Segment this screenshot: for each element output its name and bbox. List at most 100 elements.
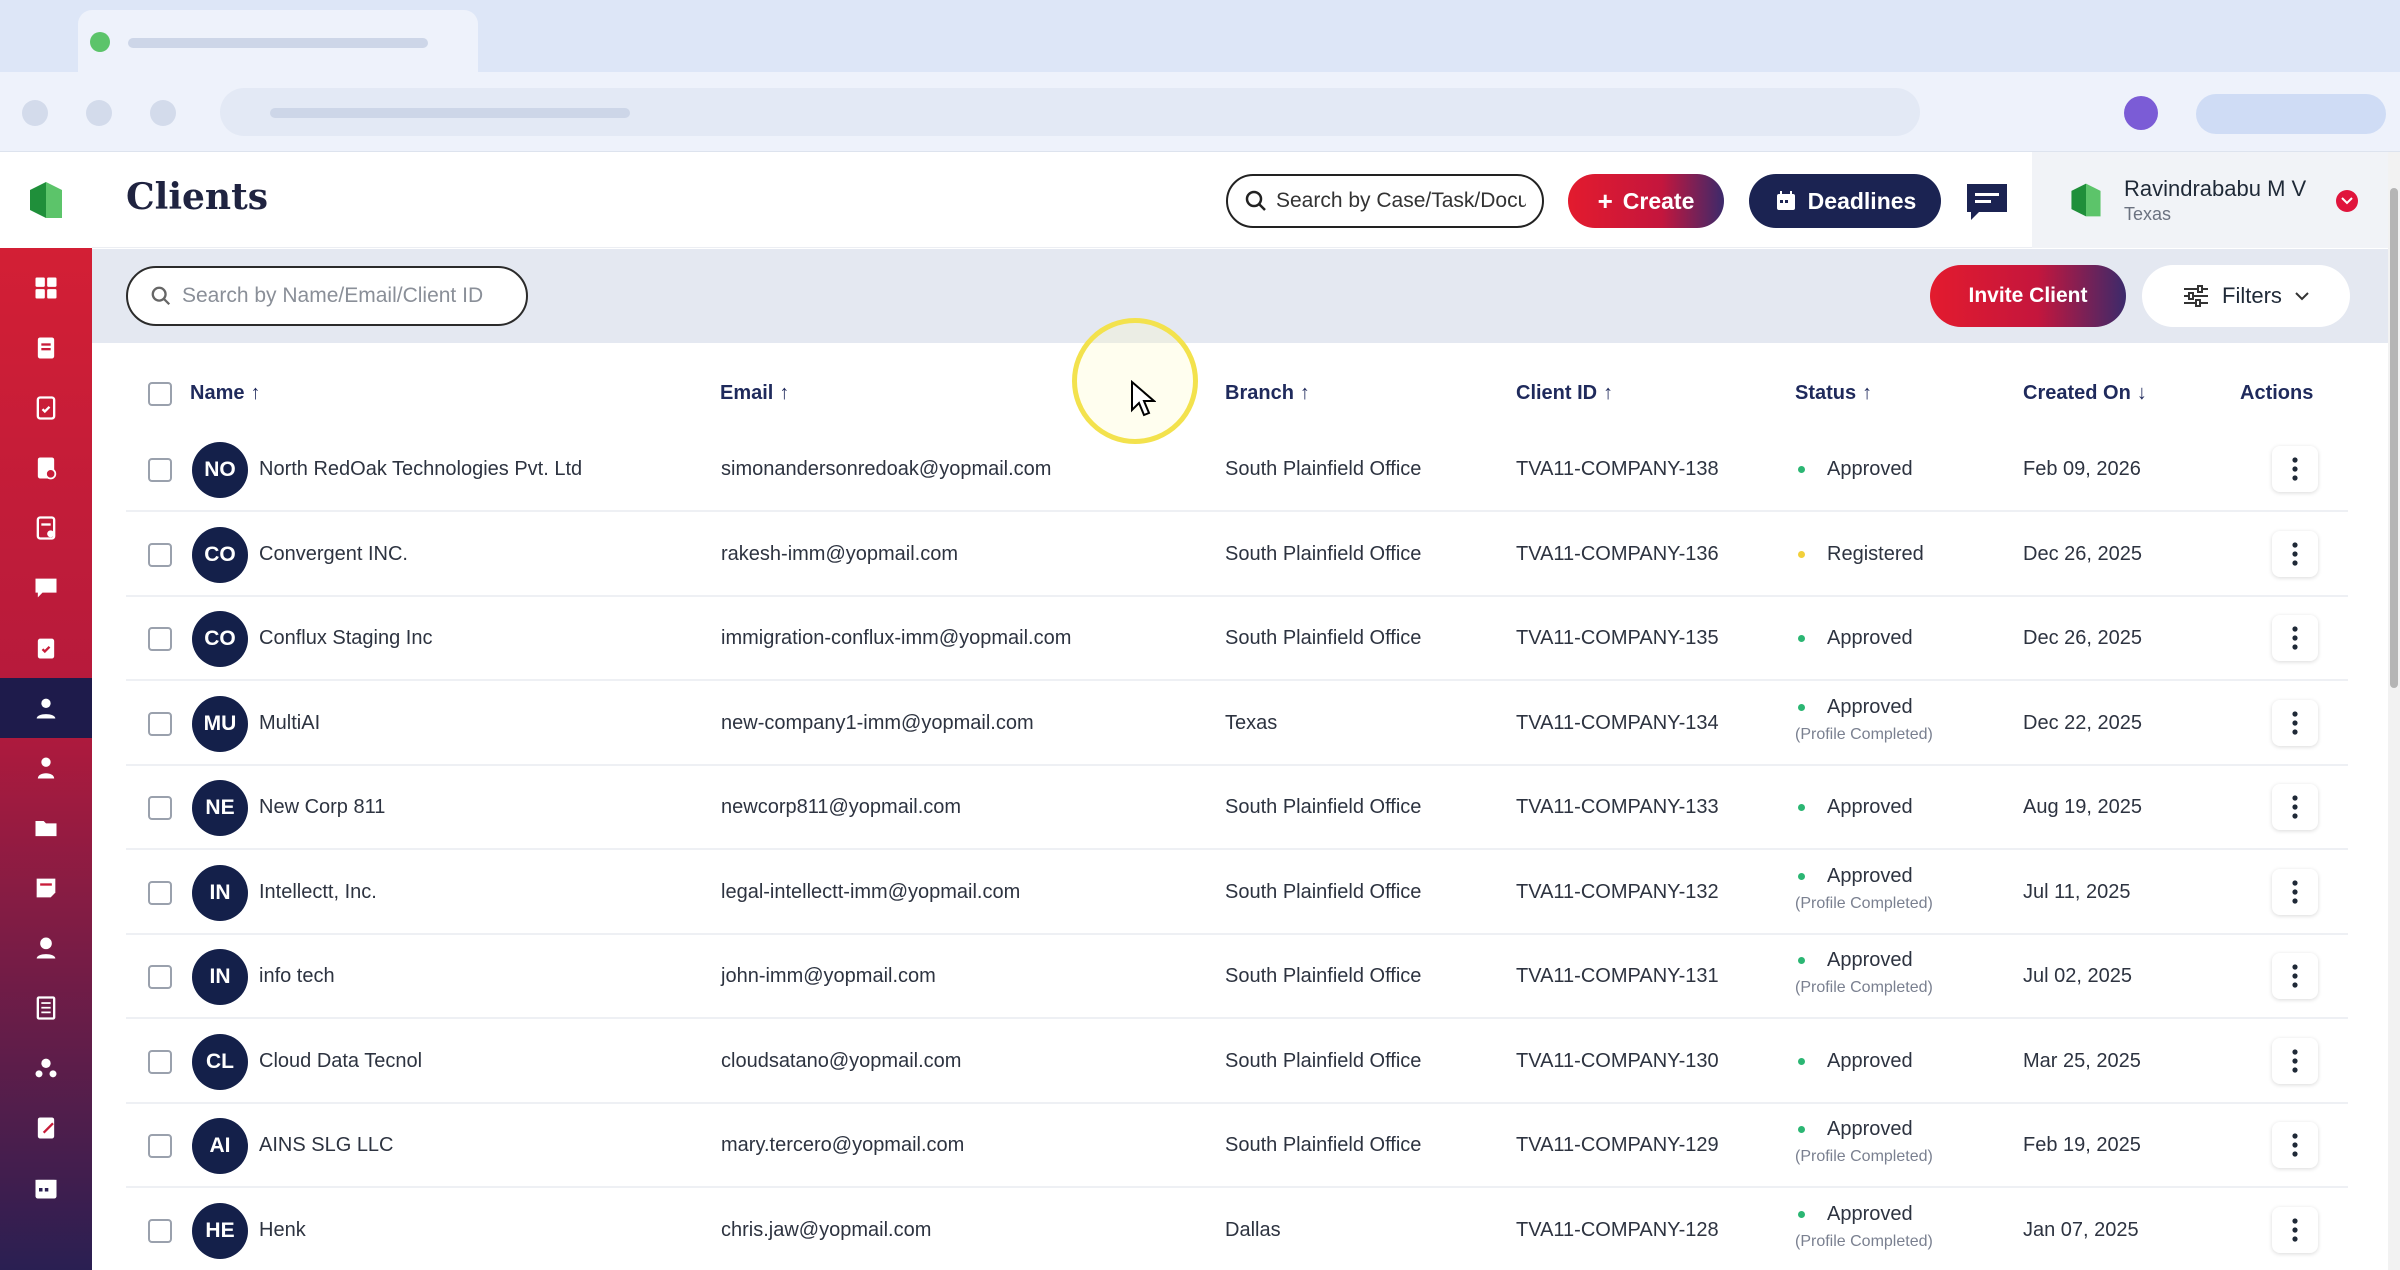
- client-name[interactable]: Convergent INC.: [259, 543, 408, 566]
- sidebar-item-clients[interactable]: [0, 678, 92, 738]
- table-row[interactable]: NO North RedOak Technologies Pvt. Ltd simo…: [126, 428, 2348, 512]
- client-name[interactable]: MultiAI: [259, 712, 320, 735]
- column-header-status[interactable]: Status ↑: [1795, 382, 1872, 405]
- row-checkbox[interactable]: [148, 1218, 172, 1243]
- back-icon[interactable]: [22, 100, 48, 126]
- sidebar-item-forms[interactable]: [0, 498, 92, 558]
- row-checkbox[interactable]: [148, 542, 172, 567]
- client-name[interactable]: Henk: [259, 1219, 306, 1242]
- table-row[interactable]: IN Intellectt, Inc. legal-intellectt-imm@y…: [126, 850, 2348, 935]
- row-checkbox[interactable]: [148, 1049, 172, 1074]
- created-on: Feb 19, 2025: [2023, 1134, 2141, 1156]
- scrollbar-thumb[interactable]: [2390, 188, 2398, 688]
- client-search-input[interactable]: [182, 284, 522, 308]
- table-row[interactable]: MU MultiAI new-company1-imm@yopmail.com Tex…: [126, 681, 2348, 766]
- client-name[interactable]: AINS SLG LLC: [259, 1134, 394, 1157]
- column-header-branch[interactable]: Branch ↑: [1225, 382, 1310, 405]
- sort-asc-icon: ↑: [250, 382, 261, 404]
- sort-asc-icon: ↑: [779, 382, 790, 404]
- kebab-menu-icon: [2292, 541, 2298, 566]
- sidebar-item-reports[interactable]: [0, 978, 92, 1038]
- table-row[interactable]: CL Cloud Data Tecnol cloudsatano@yopmail.c…: [126, 1019, 2348, 1104]
- client-name[interactable]: Cloud Data Tecnol: [259, 1050, 422, 1073]
- client-name[interactable]: Conflux Staging Inc: [259, 627, 432, 650]
- client-avatar: CL: [192, 1033, 248, 1090]
- row-actions-button[interactable]: [2272, 1037, 2318, 1084]
- row-actions-button[interactable]: [2272, 1122, 2318, 1168]
- client-name[interactable]: Intellectt, Inc.: [259, 881, 377, 904]
- client-avatar: IN: [192, 864, 248, 921]
- sidebar-item-documents[interactable]: [0, 438, 92, 498]
- sidebar-item-cases[interactable]: [0, 318, 92, 378]
- client-name[interactable]: info tech: [259, 965, 335, 988]
- plus-icon: +: [1597, 186, 1613, 216]
- client-search[interactable]: [126, 266, 528, 326]
- row-checkbox[interactable]: [148, 458, 172, 482]
- user-menu[interactable]: Ravindrababu M V Texas: [2032, 152, 2388, 248]
- column-header-created-on[interactable]: Created On ↓: [2023, 382, 2147, 405]
- row-checkbox[interactable]: [148, 796, 172, 820]
- table-row[interactable]: CO Conflux Staging Inc immigration-conflux…: [126, 597, 2348, 681]
- column-header-name[interactable]: Name ↑: [190, 382, 260, 405]
- deadlines-button[interactable]: Deadlines: [1749, 174, 1941, 228]
- row-checkbox[interactable]: [148, 965, 172, 989]
- global-search-input[interactable]: [1276, 189, 1526, 213]
- kebab-menu-icon: [2292, 1133, 2298, 1157]
- filters-button[interactable]: Filters: [2142, 265, 2350, 327]
- cases-icon: [37, 337, 55, 359]
- sidebar-item-checklist[interactable]: [0, 618, 92, 678]
- client-name[interactable]: North RedOak Technologies Pvt. Ltd: [259, 458, 582, 481]
- sidebar-item-employees[interactable]: [0, 918, 92, 978]
- row-actions-button[interactable]: [2272, 615, 2318, 661]
- column-header-client-id[interactable]: Client ID ↑: [1516, 382, 1613, 405]
- table-row[interactable]: HE Henk chris.jaw@yopmail.com Dallas TVA11-C…: [126, 1188, 2348, 1270]
- forward-icon[interactable]: [86, 100, 112, 126]
- select-all-checkbox[interactable]: [148, 382, 172, 406]
- settings-icon: [35, 1058, 57, 1078]
- row-actions-button[interactable]: [2272, 953, 2318, 999]
- row-actions-button[interactable]: [2272, 1206, 2318, 1253]
- sidebar-item-notes[interactable]: [0, 858, 92, 918]
- column-header-email[interactable]: Email ↑: [720, 382, 789, 405]
- client-branch: South Plainfield Office: [1225, 796, 1422, 818]
- table-row[interactable]: AI AINS SLG LLC mary.tercero@yopmail.com So…: [126, 1104, 2348, 1188]
- browser-action-pill[interactable]: [2196, 94, 2386, 134]
- invite-client-button[interactable]: Invite Client: [1930, 265, 2126, 327]
- row-actions-button[interactable]: [2272, 530, 2318, 577]
- row-actions-button[interactable]: [2272, 699, 2318, 746]
- chat-button[interactable]: [1964, 180, 2010, 224]
- page-scrollbar[interactable]: [2388, 152, 2400, 1270]
- create-button[interactable]: + Create: [1568, 174, 1724, 228]
- table-row[interactable]: IN info tech john-imm@yopmail.com South Pla…: [126, 935, 2348, 1019]
- chevron-down-icon[interactable]: [2336, 190, 2358, 212]
- address-bar[interactable]: [220, 88, 1920, 136]
- browser-profile-icon[interactable]: [2124, 96, 2158, 130]
- browser-tab[interactable]: [78, 10, 478, 72]
- row-actions-button[interactable]: [2272, 868, 2318, 915]
- row-checkbox[interactable]: [148, 711, 172, 736]
- table-row[interactable]: NE New Corp 811 newcorp811@yopmail.com Sout…: [126, 766, 2348, 850]
- column-header-actions: Actions: [2240, 382, 2314, 404]
- sidebar-item-dashboard[interactable]: [0, 258, 92, 318]
- client-name[interactable]: New Corp 811: [259, 796, 385, 819]
- global-search[interactable]: [1226, 174, 1544, 228]
- sidebar-item-calendar[interactable]: [0, 1158, 92, 1218]
- status-badge: Approved: [1827, 458, 1913, 480]
- row-actions-button[interactable]: [2272, 446, 2318, 492]
- address-blurred: [270, 108, 630, 118]
- sidebar-item-settings[interactable]: [0, 1038, 92, 1098]
- table-row[interactable]: CO Convergent INC. rakesh-imm@yopmail.com S…: [126, 512, 2348, 597]
- sidebar-item-messages[interactable]: [0, 558, 92, 618]
- sidebar-item-templates[interactable]: [0, 1098, 92, 1158]
- row-checkbox[interactable]: [148, 1134, 172, 1158]
- row-checkbox[interactable]: [148, 627, 172, 651]
- client-branch: South Plainfield Office: [1225, 627, 1422, 649]
- row-checkbox[interactable]: [148, 880, 172, 905]
- sidebar-item-folders[interactable]: [0, 798, 92, 858]
- row-actions-button[interactable]: [2272, 784, 2318, 830]
- app-logo[interactable]: [0, 152, 92, 248]
- reload-icon[interactable]: [150, 100, 176, 126]
- sidebar-item-tasks[interactable]: [0, 378, 92, 438]
- sidebar-item-users[interactable]: [0, 738, 92, 798]
- client-id: TVA11-COMPANY-134: [1516, 711, 1719, 734]
